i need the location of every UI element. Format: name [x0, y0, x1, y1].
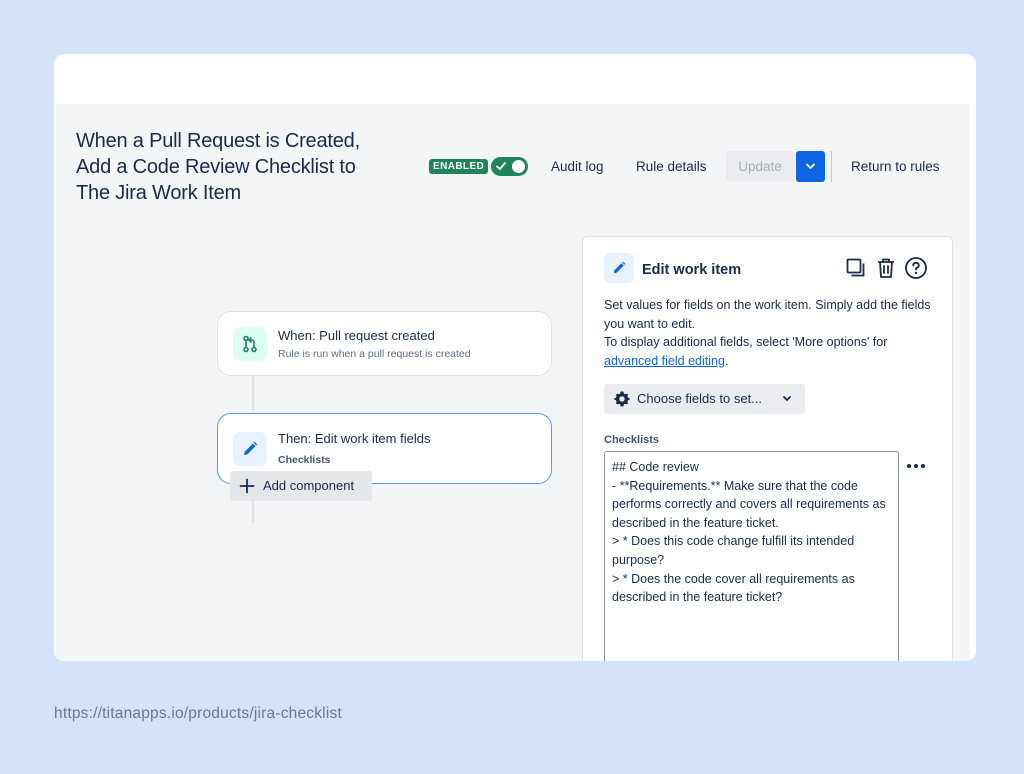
toolbar-divider [831, 151, 832, 182]
pencil-icon [613, 261, 626, 274]
plus-icon [239, 478, 255, 494]
enabled-status-badge: ENABLED [429, 159, 489, 174]
chevron-down-icon [783, 396, 791, 401]
rule-details-link[interactable]: Rule details [636, 158, 707, 176]
checklist-line: ## Code review [612, 460, 699, 474]
edit-work-item-panel: Edit work item Set values for fields on … [582, 236, 953, 661]
panel-icon-tile [604, 253, 634, 283]
update-options-dropdown-button[interactable] [796, 151, 825, 182]
rule-title-line: When a Pull Request is Created, [76, 130, 360, 152]
rule-title-line: The Jira Work Item [76, 182, 241, 204]
toggle-knob [512, 160, 525, 173]
duplicate-icon[interactable] [844, 256, 868, 280]
trigger-subtitle: Rule is run when a pull request is creat… [278, 348, 471, 360]
trigger-node[interactable]: When: Pull request created Rule is run w… [217, 311, 552, 376]
automation-canvas: When a Pull Request is Created, Add a Co… [56, 104, 970, 661]
add-component-button[interactable]: Add component [230, 471, 372, 501]
choose-fields-button[interactable]: Choose fields to set... [604, 384, 805, 414]
action-subtitle: Checklists [278, 454, 331, 466]
checklist-line: > * Does this code change fulfill its in… [612, 534, 855, 567]
return-to-rules-link[interactable]: Return to rules [851, 158, 940, 176]
check-icon [496, 162, 506, 170]
description-line: Set values for fields on the work item. … [604, 298, 931, 331]
git-branch-icon [243, 335, 257, 353]
audit-log-link[interactable]: Audit log [551, 158, 604, 176]
pencil-icon [244, 441, 258, 455]
trigger-title: When: Pull request created [278, 328, 435, 343]
description-line: To display additional fields, select 'Mo… [604, 335, 888, 369]
panel-title: Edit work item [642, 262, 742, 278]
screenshot-card: When a Pull Request is Created, Add a Co… [54, 54, 976, 661]
rule-enabled-toggle[interactable] [491, 157, 528, 176]
action-icon-tile [233, 432, 267, 466]
update-button[interactable]: Update [726, 151, 794, 182]
gear-icon [614, 391, 630, 407]
flow-connector [252, 374, 254, 411]
checklist-line: - **Requirements.** Make sure that the c… [612, 478, 886, 530]
checklist-textarea[interactable]: ## Code review - **Requirements.** Make … [604, 451, 899, 661]
more-options-icon[interactable] [904, 459, 928, 473]
rule-title-line: Add a Code Review Checklist to [76, 156, 356, 178]
chevron-down-icon [806, 163, 815, 169]
rule-title: When a Pull Request is Created, Add a Co… [76, 128, 416, 206]
advanced-field-editing-link[interactable]: advanced field editing [604, 354, 725, 368]
action-title: Then: Edit work item fields [278, 431, 431, 446]
trash-icon[interactable] [874, 256, 898, 280]
source-url: https://titanapps.io/products/jira-check… [54, 705, 342, 722]
checklists-field-label: Checklists [604, 434, 660, 446]
choose-fields-label: Choose fields to set... [637, 391, 763, 406]
trigger-icon-tile [233, 327, 267, 361]
panel-description: Set values for fields on the work item. … [604, 296, 934, 371]
add-component-label: Add component [263, 478, 355, 493]
checklist-line: > * Does the code cover all requirements… [612, 571, 855, 605]
help-icon[interactable] [904, 256, 928, 280]
